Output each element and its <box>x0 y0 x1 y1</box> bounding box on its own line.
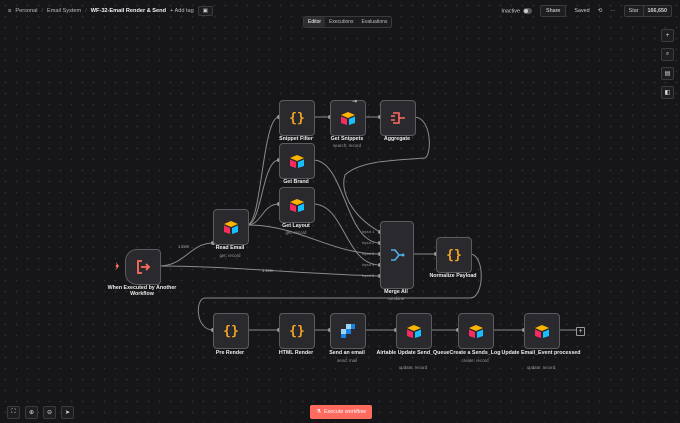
node-sublabel: get: record <box>285 230 307 235</box>
node-create-sends-log[interactable] <box>458 313 494 349</box>
edge-label: 1 item <box>262 268 274 273</box>
airtable-icon <box>341 112 355 125</box>
node-sublabel: search: record <box>332 143 362 148</box>
edge-read-brand <box>246 159 280 226</box>
node-get-brand[interactable] <box>279 143 315 179</box>
node-label: Aggregate <box>383 136 411 142</box>
execute-workflow-button[interactable]: ⚗ Execute workflow <box>310 405 372 419</box>
user-icon: ⍝ <box>8 7 12 14</box>
zoom-out-icon[interactable]: ⊖ <box>43 406 56 419</box>
node-sublabel: get: record <box>219 253 241 258</box>
aggregate-icon <box>391 112 405 124</box>
node-get-snippets[interactable] <box>330 100 366 136</box>
tab-evaluations[interactable]: Evaluations <box>358 17 392 27</box>
node-read-email[interactable] <box>213 209 249 245</box>
code-braces-icon: {} <box>289 110 305 126</box>
share-button[interactable]: Share <box>540 5 567 17</box>
breadcrumb-project[interactable]: Email System <box>47 8 81 14</box>
airtable-icon <box>224 221 238 234</box>
node-label: Merge All <box>384 289 408 295</box>
active-toggle[interactable]: Inactive <box>501 7 532 15</box>
node-label: When Executed by Another Workflow <box>107 285 177 298</box>
code-braces-icon: {} <box>289 323 305 339</box>
node-trigger[interactable] <box>125 249 161 285</box>
output-arrow-icon: ⇥ <box>352 99 358 105</box>
breadcrumb: ⍝ Personal / Email System / WF-32-Email … <box>8 6 214 16</box>
airtable-icon <box>290 155 304 168</box>
sign-in-icon <box>137 260 151 274</box>
merge-input-label: Input 3 <box>362 251 375 256</box>
airtable-icon <box>407 325 421 338</box>
merge-icon <box>391 249 405 261</box>
node-pre-render[interactable]: {} <box>213 313 249 349</box>
archive-icon[interactable]: ▣ <box>197 6 214 16</box>
code-braces-icon: {} <box>446 247 462 263</box>
sticky-note-icon[interactable]: ▤ <box>661 67 674 80</box>
node-update-email-event[interactable] <box>524 313 560 349</box>
flask-icon: ⚗ <box>316 409 321 415</box>
node-label: Get Layout <box>282 223 310 229</box>
node-html-render[interactable]: {} <box>279 313 315 349</box>
trigger-bolt-icon <box>115 262 119 270</box>
breadcrumb-workspace[interactable]: Personal <box>15 8 37 14</box>
node-label: Normalize Payload <box>429 273 477 279</box>
node-airtable-update[interactable] <box>396 313 432 349</box>
zoom-controls: ⛶ ⊕ ⊖ ➤ <box>7 406 74 419</box>
tab-executions[interactable]: Executions <box>325 17 357 27</box>
star-label: Star <box>624 6 643 16</box>
airtable-icon <box>469 325 483 338</box>
view-tabs: Editor Executions Evaluations <box>303 16 393 28</box>
saved-status: Saved <box>574 8 590 14</box>
add-tag-link[interactable]: + Add tag <box>170 8 194 14</box>
history-icon[interactable]: ⟲ <box>598 8 603 14</box>
node-send-email[interactable] <box>330 313 366 349</box>
star-count: 166,650 <box>642 6 671 16</box>
merge-input-label: Input 1 <box>362 229 375 234</box>
toggle-switch[interactable] <box>523 7 532 14</box>
tab-editor[interactable]: Editor <box>304 17 326 27</box>
node-sublabel: update: record <box>398 365 428 370</box>
fit-view-icon[interactable]: ⛶ <box>7 406 20 419</box>
header-actions: Inactive Share Saved ⟲ ··· Star 166,650 <box>501 5 672 17</box>
node-label: Get Brand <box>283 179 309 185</box>
add-node-icon[interactable]: + <box>661 29 674 42</box>
node-sublabel: update: record <box>526 365 556 370</box>
github-star-button[interactable]: Star 166,650 <box>623 5 672 17</box>
code-braces-icon: {} <box>223 323 239 339</box>
airtable-icon <box>535 325 549 338</box>
execute-label: Execute workflow <box>323 409 366 415</box>
workflow-name[interactable]: WF-32-Email Render & Send <box>91 8 166 14</box>
node-snippet-filter[interactable]: {} <box>279 100 315 136</box>
search-icon[interactable]: ⌕ <box>661 48 674 61</box>
zoom-in-icon[interactable]: ⊕ <box>25 406 38 419</box>
merge-input-label: Input 2 <box>362 240 375 245</box>
node-sublabel: create: record <box>461 358 489 363</box>
node-get-layout[interactable] <box>279 187 315 223</box>
merge-input-label: Input 4 <box>362 262 375 267</box>
edge-read-snippet <box>246 116 280 226</box>
node-aggregate[interactable] <box>380 100 416 136</box>
add-next-node-button[interactable]: + <box>576 327 585 336</box>
node-normalize-payload[interactable]: {} <box>436 237 472 273</box>
node-label: Read Email <box>215 245 245 251</box>
node-sublabel: send: mail <box>336 358 357 363</box>
status-label: Inactive <box>501 8 520 15</box>
canvas-side-tools: + ⌕ ▤ ◧ <box>661 29 674 99</box>
airtable-icon <box>290 199 304 212</box>
panel-toggle-icon[interactable]: ◧ <box>661 86 674 99</box>
sendgrid-icon <box>341 324 355 338</box>
more-options-button[interactable]: ··· <box>610 8 615 14</box>
node-sublabel: combine <box>387 296 405 301</box>
node-label: Update Email_Event processed <box>501 350 581 356</box>
pointer-icon[interactable]: ➤ <box>61 406 74 419</box>
merge-input-label: Input 5 <box>362 273 375 278</box>
